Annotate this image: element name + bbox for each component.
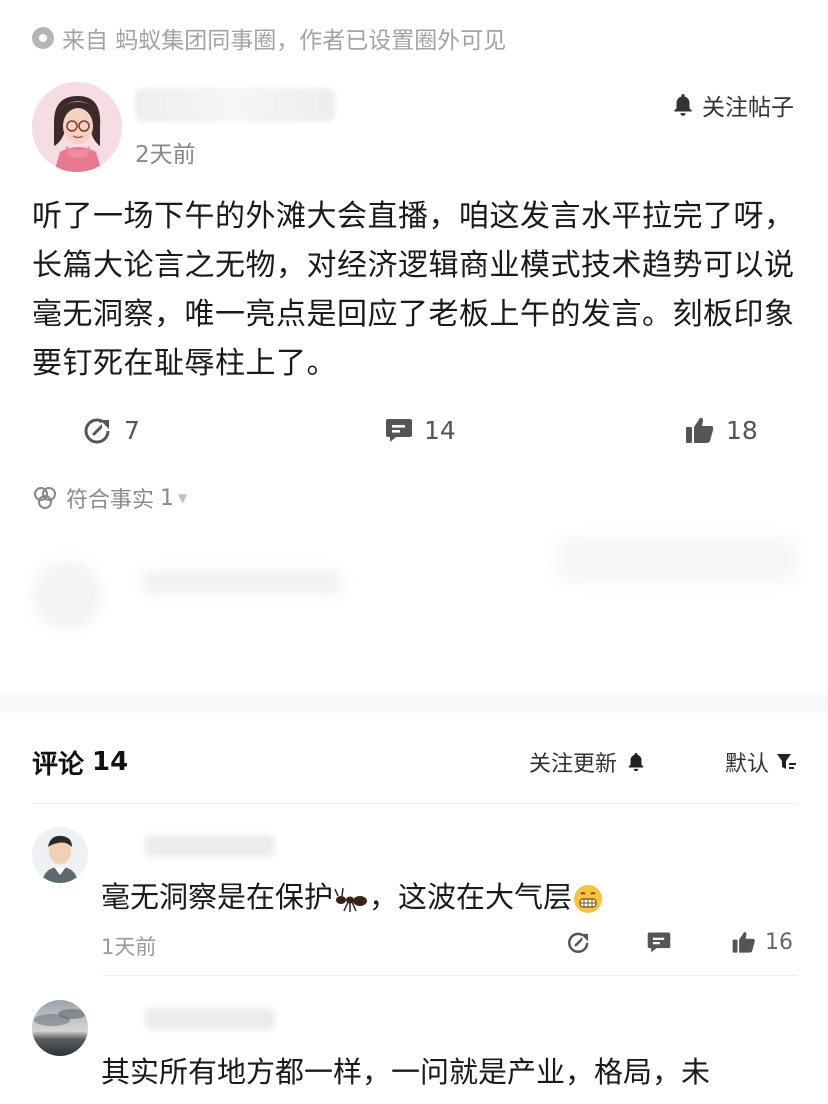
divider xyxy=(32,803,797,804)
post-time: 2天前 xyxy=(135,142,196,168)
obscured-region xyxy=(32,540,797,660)
share-icon xyxy=(568,931,592,953)
ant-emoji-icon xyxy=(334,887,368,912)
comment-count: 14 xyxy=(424,415,456,445)
follow-updates-label: 关注更新 xyxy=(528,752,617,777)
sort-label: 默认 xyxy=(724,752,769,777)
comment-avatar[interactable] xyxy=(32,827,88,883)
comment-button[interactable]: 14 xyxy=(384,405,456,455)
fact-count: 1 xyxy=(160,485,175,511)
circle-icon xyxy=(32,27,54,49)
fact-label: 符合事实 xyxy=(66,488,155,513)
comments-title: 评论 xyxy=(32,749,85,780)
caret-down-icon: ▼ xyxy=(178,491,188,505)
source-text: 来自 蚂蚁集团同事圈，作者已设置圈外可见 xyxy=(62,28,507,54)
author-name-blurred xyxy=(135,88,335,122)
grin-emoji-icon xyxy=(574,885,603,913)
section-separator xyxy=(0,690,828,720)
comment-avatar[interactable] xyxy=(32,1000,88,1056)
divider xyxy=(101,975,797,976)
fact-icon xyxy=(34,487,56,509)
comment-text: 毫无洞察是在保护 ，这波在大气层 xyxy=(101,874,604,916)
source-line: 来自 蚂蚁集团同事圈，作者已设置圈外可见 xyxy=(32,22,506,54)
like-button[interactable]: 18 xyxy=(684,405,758,455)
follow-post-button[interactable]: 关注帖子 xyxy=(670,88,794,122)
share-icon xyxy=(84,417,114,444)
thumbs-up-icon xyxy=(686,417,714,443)
comment-time: 1天前 xyxy=(101,935,157,959)
share-button[interactable]: 7 xyxy=(82,405,140,455)
follow-updates-button[interactable]: 关注更新 xyxy=(529,740,647,784)
comments-header: 评论 14 关注更新 默认 xyxy=(32,740,797,784)
comment-like-button[interactable]: 16 xyxy=(731,929,793,955)
comment-icon xyxy=(386,419,412,442)
comments-count: 14 xyxy=(92,747,129,777)
share-count: 7 xyxy=(124,415,140,445)
comment-share-button[interactable] xyxy=(566,929,600,955)
filter-icon xyxy=(777,754,796,769)
follow-post-label: 关注帖子 xyxy=(702,95,794,121)
bell-icon xyxy=(628,752,644,772)
fact-reaction[interactable]: 符合事实 1 ▼ xyxy=(32,482,187,514)
comment-author-blurred xyxy=(145,835,275,857)
comment-text-part: 毫无洞察是在保护 xyxy=(101,880,334,914)
comment-like-count: 16 xyxy=(765,929,793,955)
post-body: 听了一场下午的外滩大会直播，咱这发言水平拉完了呀，长篇大论言之无物，对经济逻辑商… xyxy=(32,199,795,381)
comment-reply-button[interactable] xyxy=(646,929,680,955)
thumbs-up-icon xyxy=(732,932,755,953)
comment-text: 其实所有地方都一样，一问就是产业，格局，未 xyxy=(101,1055,711,1089)
like-count: 18 xyxy=(726,415,758,445)
bell-icon xyxy=(674,94,692,116)
author-avatar[interactable] xyxy=(32,82,122,172)
post-action-row: 7 14 18 xyxy=(0,405,828,455)
comment-author-blurred xyxy=(145,1008,275,1030)
comment-text-part: ，这波在大气层 xyxy=(369,880,573,914)
sort-select[interactable]: 默认 xyxy=(725,740,797,784)
comment-icon xyxy=(647,932,671,953)
